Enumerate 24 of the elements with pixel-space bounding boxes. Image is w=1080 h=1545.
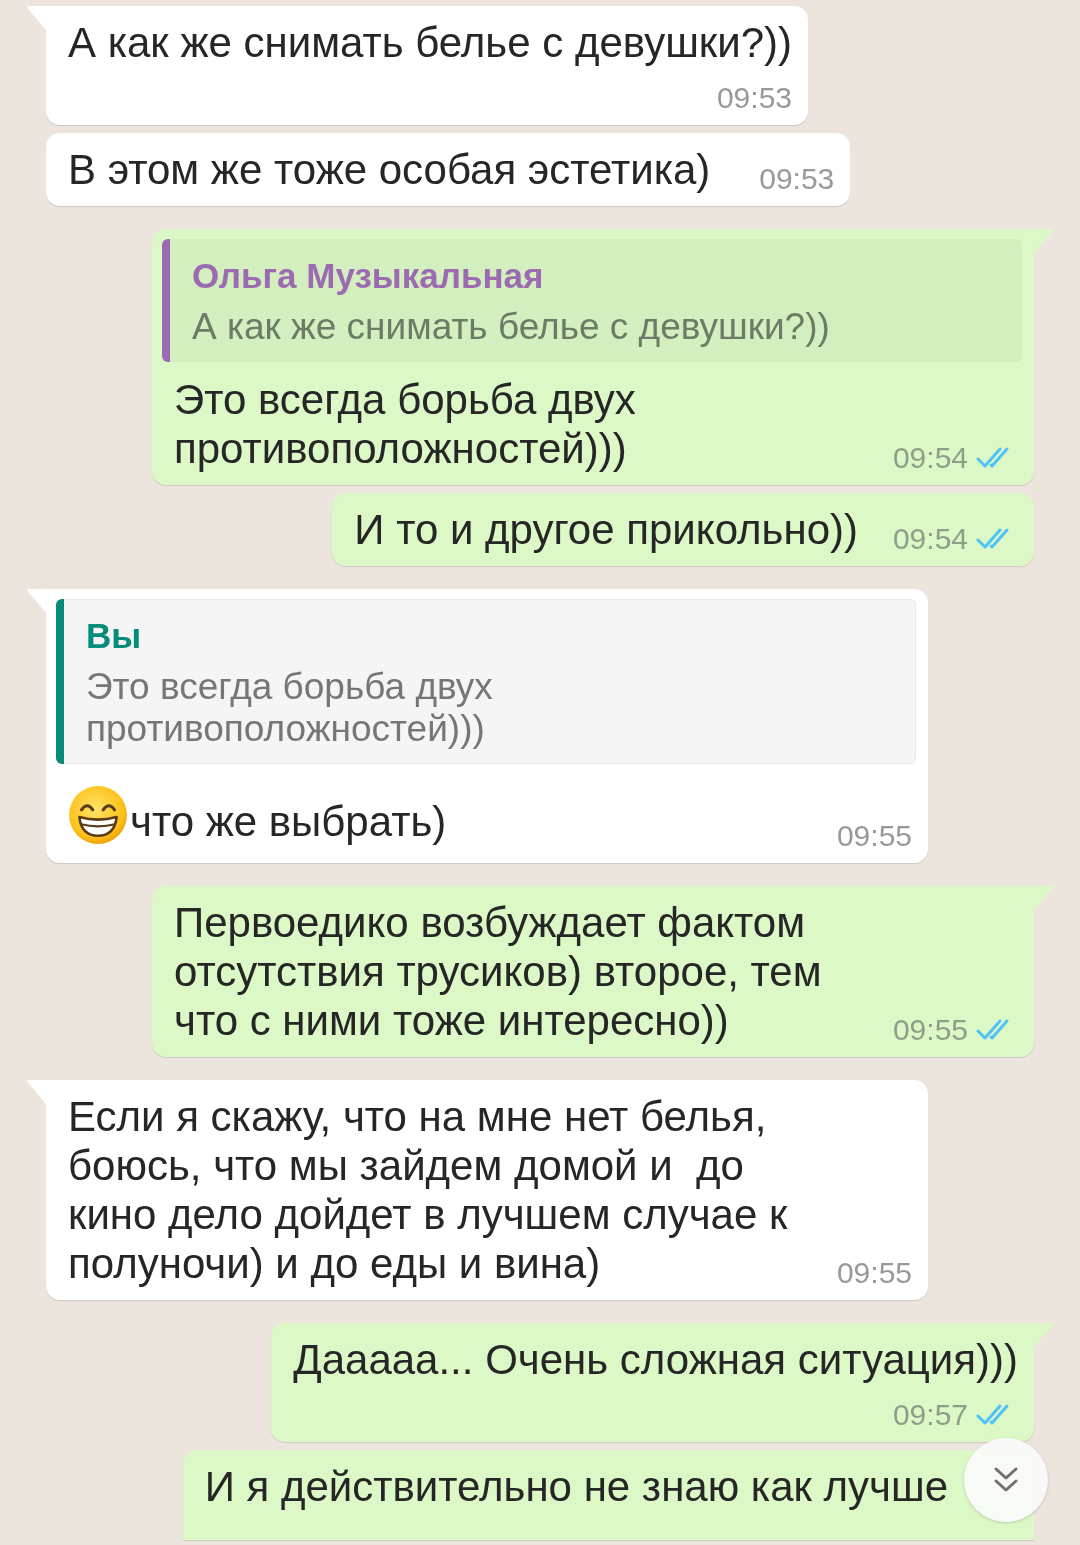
quote-author-name: Ольга Музыкальная [192, 255, 545, 297]
message-text: А как же снимать белье с девушки?)) [68, 19, 792, 66]
message-time: 09:55 [892, 1015, 968, 1045]
message-time: 09:57 [892, 1400, 968, 1430]
message-text: Это всегда борьба двух противоположностей))) [174, 376, 637, 472]
message-text: И я действительно не знаю как лучше [204, 1463, 948, 1510]
message-text: И то и другое прикольно)) [354, 506, 858, 553]
message-time: 09:54 [892, 443, 968, 473]
message-text: Если я скажу, что на мне нет белья, боюсь, что мы зайдем домой и до кино дело дойдет в лучшем случае к полуночи) и до еды и вина) [68, 1093, 789, 1287]
scroll-down-button[interactable] [964, 1438, 1048, 1522]
message-time: 09:55 [836, 821, 912, 851]
message-time: 09:53 [759, 164, 835, 194]
quote-author-name: Вы [86, 615, 143, 657]
message-time: 09:54 [892, 524, 968, 554]
message-time: 09:55 [836, 1258, 912, 1288]
quoted-message-text: А как же снимать белье с девушки?)) [192, 306, 830, 348]
message-time: 09:53 [716, 83, 792, 113]
message-text: Дааааа... Очень сложная ситуация))) [293, 1336, 1018, 1383]
reply-quote[interactable]: Ольга Музыкальная А как же снимать белье с девушки?)) [162, 239, 1022, 362]
reply-quote[interactable]: Вы Это всегда борьба двух противоположностей))) [56, 599, 916, 764]
message-text: В этом же тоже особая эстетика) [68, 146, 711, 193]
message-text: Первоедико возбуждает фактом отсутствия трусиков) второе, тем что с ними тоже интересно)) [174, 899, 823, 1044]
quoted-message-text: Это всегда борьба двух противоположностей))) [86, 666, 494, 750]
message-text: что же выбрать) [130, 798, 447, 845]
